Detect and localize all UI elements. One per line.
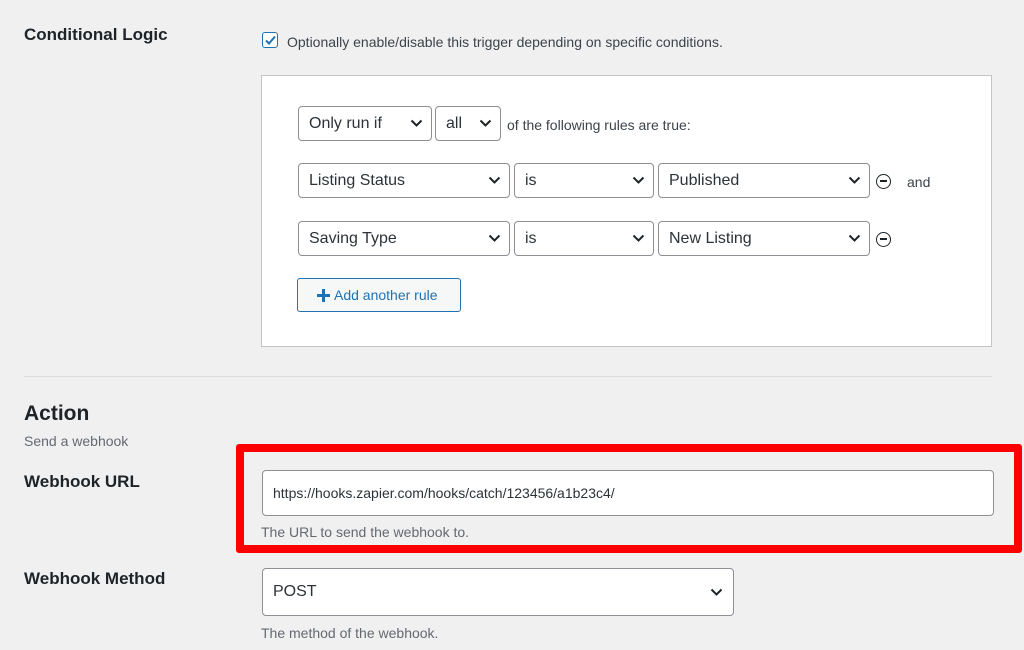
rule-1-value-select[interactable]: Published bbox=[658, 163, 870, 198]
match-type-select[interactable]: all bbox=[435, 106, 501, 141]
match-suffix-text: of the following rules are true: bbox=[507, 117, 691, 133]
conditional-logic-description: Optionally enable/disable this trigger d… bbox=[287, 34, 723, 50]
chevron-down-icon bbox=[479, 119, 492, 127]
webhook-url-label: Webhook URL bbox=[24, 472, 140, 491]
match-type-value: all bbox=[446, 115, 463, 132]
run-mode-value: Only run if bbox=[309, 115, 382, 132]
chevron-down-icon bbox=[848, 234, 861, 242]
rule-1-field-select[interactable]: Listing Status bbox=[298, 163, 510, 198]
highlight-box bbox=[236, 444, 1022, 553]
rule-2-operator-value: is bbox=[525, 230, 537, 247]
add-rule-label: Add another rule bbox=[334, 287, 438, 303]
rule-2-field-select[interactable]: Saving Type bbox=[298, 221, 510, 256]
run-mode-select[interactable]: Only run if bbox=[298, 106, 432, 141]
remove-rule-icon[interactable] bbox=[876, 174, 891, 189]
plus-icon bbox=[317, 289, 330, 302]
rule-1-operator-select[interactable]: is bbox=[514, 163, 654, 198]
webhook-method-description: The method of the webhook. bbox=[261, 625, 439, 641]
rule-1-field-value: Listing Status bbox=[309, 172, 406, 189]
chevron-down-icon bbox=[632, 176, 645, 184]
chevron-down-icon bbox=[632, 234, 645, 242]
rule-2-value-value: New Listing bbox=[669, 230, 752, 247]
action-heading: Action bbox=[24, 402, 90, 425]
webhook-method-select[interactable]: POST bbox=[262, 568, 734, 616]
webhook-method-value: POST bbox=[273, 583, 317, 600]
rule-2-operator-select[interactable]: is bbox=[514, 221, 654, 256]
conditional-logic-checkbox[interactable] bbox=[262, 32, 278, 48]
action-subtitle: Send a webhook bbox=[24, 433, 129, 449]
rule-1-value-value: Published bbox=[669, 172, 740, 189]
section-divider bbox=[24, 376, 992, 377]
chevron-down-icon bbox=[410, 119, 423, 127]
rule-1-operator-value: is bbox=[525, 172, 537, 189]
chevron-down-icon bbox=[848, 176, 861, 184]
add-rule-button[interactable]: Add another rule bbox=[297, 278, 461, 312]
checkmark-icon bbox=[265, 35, 276, 45]
webhook-method-label: Webhook Method bbox=[24, 569, 166, 588]
chevron-down-icon bbox=[710, 588, 723, 596]
chevron-down-icon bbox=[488, 234, 501, 242]
chevron-down-icon bbox=[488, 176, 501, 184]
conditional-logic-label: Conditional Logic bbox=[24, 25, 168, 44]
rule-2-value-select[interactable]: New Listing bbox=[658, 221, 870, 256]
rule-2-field-value: Saving Type bbox=[309, 230, 397, 247]
remove-rule-icon[interactable] bbox=[876, 232, 891, 247]
rule-joiner-text: and bbox=[907, 174, 931, 190]
